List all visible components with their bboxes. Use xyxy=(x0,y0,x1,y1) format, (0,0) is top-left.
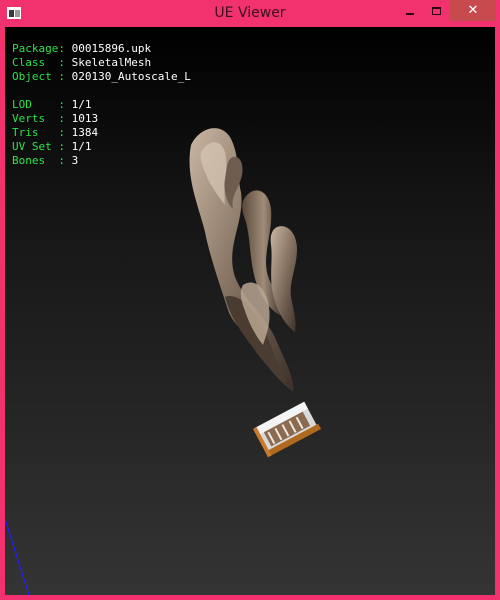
maximize-button[interactable] xyxy=(423,0,449,21)
minimize-icon xyxy=(406,12,414,15)
minimize-button[interactable] xyxy=(397,0,423,21)
app-window: UE Viewer ✕ Package: 00015896.upk Class … xyxy=(0,0,500,600)
maximize-icon xyxy=(431,6,441,15)
close-button[interactable]: ✕ xyxy=(450,0,496,21)
3d-viewport[interactable]: Package: 00015896.upk Class : SkeletalMe… xyxy=(5,27,495,595)
title-bar[interactable]: UE Viewer ✕ xyxy=(0,0,500,27)
close-icon: ✕ xyxy=(467,3,479,18)
skeletal-mesh-render xyxy=(189,128,321,458)
